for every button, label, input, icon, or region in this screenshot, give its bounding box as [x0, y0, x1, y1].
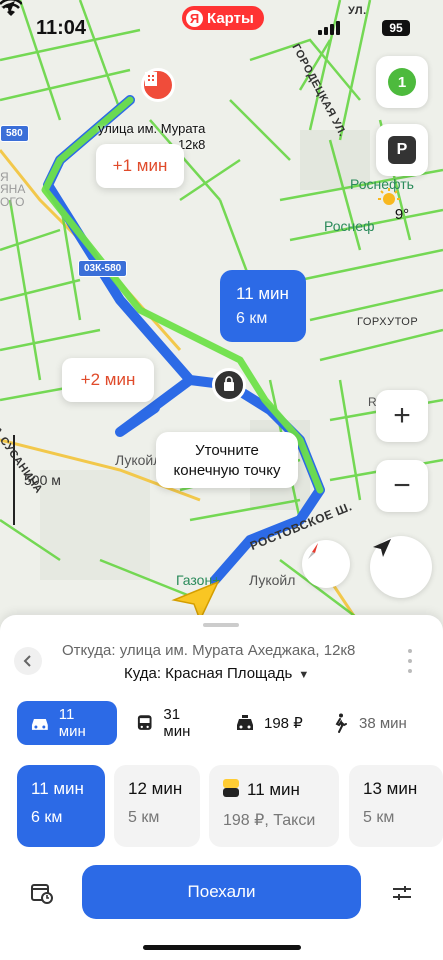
destination-marker[interactable]	[212, 368, 246, 402]
route-options: 11 мин 6 км 12 мин 5 км 11 мин 198 ₽, Та…	[17, 765, 443, 847]
schedule-icon[interactable]	[30, 881, 54, 905]
mode-transit[interactable]: 31 мин	[122, 701, 222, 745]
parking-icon: P	[388, 136, 416, 164]
route-distance: 6 км	[236, 310, 268, 327]
weather-widget[interactable]: 9°	[376, 188, 428, 240]
compass-button[interactable]	[302, 540, 350, 588]
route-from[interactable]: Откуда: улица им. Мурата Ахеджака, 12к8	[62, 642, 355, 659]
chevron-left-icon	[23, 655, 31, 667]
zoom-out-button[interactable]: −	[376, 460, 428, 512]
sheet-grabber[interactable]	[203, 623, 239, 627]
wifi-icon	[0, 0, 22, 16]
street-label: УЛ.	[348, 5, 367, 17]
route-option-1[interactable]: 11 мин 6 км	[17, 765, 105, 847]
status-time: 11:04	[36, 17, 87, 39]
route-option-taxi[interactable]: 11 мин 198 ₽, Такси	[209, 765, 339, 847]
alt-route-time-1[interactable]: +1 мин	[96, 144, 184, 188]
walk-icon	[335, 713, 347, 733]
parking-button[interactable]: P	[376, 124, 428, 176]
road-number-badge: 03К-580	[78, 260, 128, 277]
map-view[interactable]: 11:04 Я Карты 95 ГОРОДЕЦКАЯ УЛ. УЛ. Росне…	[0, 0, 443, 640]
chevron-down-icon: ▼	[298, 669, 310, 681]
navigation-arrow-icon	[373, 539, 391, 557]
refine-destination-tooltip[interactable]: Уточните конечную точку	[156, 432, 298, 488]
route-to[interactable]: Куда: Красная Площадь ▼	[124, 665, 309, 682]
compass-icon	[308, 543, 318, 559]
app-name: Карты	[207, 9, 254, 27]
yandex-logo-icon: Я	[186, 9, 203, 27]
district-label: ЯНА	[0, 182, 26, 196]
taxi-icon	[237, 715, 253, 730]
yandex-maps-badge: Я Карты	[182, 6, 264, 30]
battery-indicator: 95	[382, 20, 410, 36]
route-option-4[interactable]: 13 мин 5 км	[349, 765, 443, 847]
more-options-icon[interactable]	[405, 649, 415, 673]
action-row: Поехали	[0, 865, 443, 919]
mode-taxi[interactable]: 198 ₽	[222, 701, 322, 745]
route-bottom-sheet[interactable]: Откуда: улица им. Мурата Ахеджака, 12к8 …	[0, 615, 443, 960]
go-button[interactable]: Поехали	[82, 865, 361, 919]
poi-label: Лукойл	[115, 452, 162, 468]
district-label: ГОРХУТОР	[357, 316, 419, 328]
settings-sliders-icon[interactable]	[390, 881, 414, 905]
signal-icon	[318, 21, 340, 35]
poi-label: Лукойл	[249, 572, 296, 588]
district-label: ОГО	[0, 195, 25, 209]
road-number-badge: 580	[0, 125, 29, 142]
mode-walk[interactable]: 38 мин	[317, 701, 427, 745]
mode-car[interactable]: 11 мин	[17, 701, 117, 745]
route-option-2[interactable]: 12 мин 5 км	[114, 765, 200, 847]
main-route-callout[interactable]: 11 мин 6 км	[220, 270, 306, 342]
sun-icon	[378, 188, 400, 205]
shopping-bag-icon	[224, 376, 234, 391]
zoom-in-button[interactable]: +	[376, 390, 428, 442]
back-button[interactable]	[14, 647, 42, 675]
building-icon	[145, 72, 157, 86]
home-indicator	[143, 945, 301, 950]
alt-route-time-2[interactable]: +2 мин	[62, 358, 154, 402]
car-icon	[31, 719, 48, 730]
bus-icon	[137, 715, 152, 730]
status-bar: 11:04 Я Карты 95	[0, 0, 443, 58]
poi-label: Роснеф	[324, 218, 375, 234]
route-time: 11 мин	[236, 284, 289, 303]
map-scale-label: 500 м	[24, 472, 61, 488]
traffic-level-icon: 1	[388, 68, 416, 96]
transport-modes: 11 мин 31 мин 198 ₽ 38 мин	[17, 701, 427, 745]
yandex-taxi-icon	[223, 779, 239, 797]
traffic-button[interactable]: 1	[376, 56, 428, 108]
my-location-button[interactable]	[370, 536, 432, 598]
start-point-marker[interactable]	[141, 68, 175, 102]
